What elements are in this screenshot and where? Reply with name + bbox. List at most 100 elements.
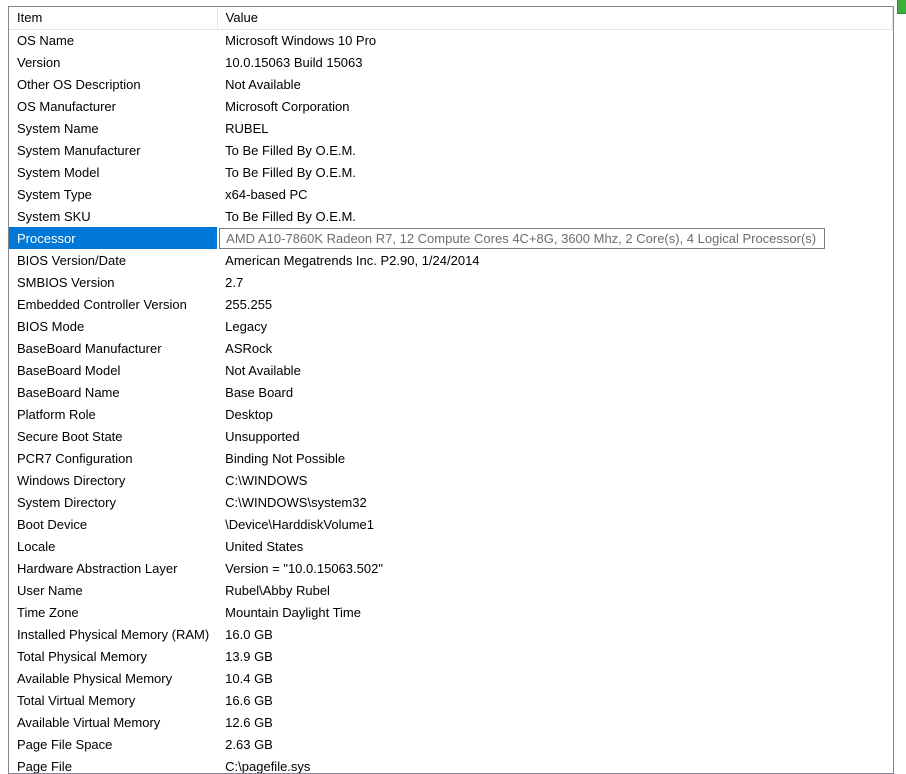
cell-item: Page File Space [9,733,217,755]
table-row[interactable]: BaseBoard ManufacturerASRock [9,337,893,359]
cell-item: Locale [9,535,217,557]
cell-item: Platform Role [9,403,217,425]
cell-item: Processor [9,227,217,249]
cell-item: Total Virtual Memory [9,689,217,711]
cell-item: Boot Device [9,513,217,535]
table-row[interactable]: Total Physical Memory13.9 GB [9,645,893,667]
table-row[interactable]: Available Physical Memory10.4 GB [9,667,893,689]
table-row[interactable]: System SKUTo Be Filled By O.E.M. [9,205,893,227]
cell-item: OS Manufacturer [9,95,217,117]
table-row[interactable]: Page File Space2.63 GB [9,733,893,755]
cell-value: Base Board [217,381,892,403]
value-edit-field[interactable]: AMD A10-7860K Radeon R7, 12 Compute Core… [219,228,825,249]
cell-item: PCR7 Configuration [9,447,217,469]
cell-value: Rubel\Abby Rubel [217,579,892,601]
table-row[interactable]: Other OS DescriptionNot Available [9,73,893,95]
cell-item: BIOS Version/Date [9,249,217,271]
table-row[interactable]: System NameRUBEL [9,117,893,139]
cell-item: System Type [9,183,217,205]
table-row[interactable]: Windows DirectoryC:\WINDOWS [9,469,893,491]
cell-item: BaseBoard Model [9,359,217,381]
cell-item: SMBIOS Version [9,271,217,293]
cell-value: Not Available [217,73,892,95]
cell-item: System Model [9,161,217,183]
table-row[interactable]: OS NameMicrosoft Windows 10 Pro [9,29,893,51]
cell-item: Available Physical Memory [9,667,217,689]
table-row[interactable]: BaseBoard NameBase Board [9,381,893,403]
cell-value: Microsoft Windows 10 Pro [217,29,892,51]
cell-item: Embedded Controller Version [9,293,217,315]
cell-value: Binding Not Possible [217,447,892,469]
table-row[interactable]: Platform RoleDesktop [9,403,893,425]
table-row[interactable]: Installed Physical Memory (RAM)16.0 GB [9,623,893,645]
table-row[interactable]: Hardware Abstraction LayerVersion = "10.… [9,557,893,579]
cell-item: Total Physical Memory [9,645,217,667]
cell-value: Mountain Daylight Time [217,601,892,623]
cell-value: Legacy [217,315,892,337]
table-row[interactable]: System Typex64-based PC [9,183,893,205]
table-row[interactable]: BaseBoard ModelNot Available [9,359,893,381]
cell-value: AMD A10-7860K Radeon R7, 12 Compute Core… [217,227,892,249]
table-row[interactable]: BIOS ModeLegacy [9,315,893,337]
system-info-table: Item Value OS NameMicrosoft Windows 10 P… [9,7,893,773]
cell-value: 12.6 GB [217,711,892,733]
table-row[interactable]: PCR7 ConfigurationBinding Not Possible [9,447,893,469]
table-row[interactable]: Secure Boot StateUnsupported [9,425,893,447]
cell-item: BaseBoard Manufacturer [9,337,217,359]
cell-value: RUBEL [217,117,892,139]
cell-value: C:\WINDOWS [217,469,892,491]
cell-item: Version [9,51,217,73]
cell-item: Available Virtual Memory [9,711,217,733]
table-row[interactable]: Total Virtual Memory16.6 GB [9,689,893,711]
cell-item: Installed Physical Memory (RAM) [9,623,217,645]
table-row[interactable]: Available Virtual Memory12.6 GB [9,711,893,733]
cell-value: 16.0 GB [217,623,892,645]
cell-value: 16.6 GB [217,689,892,711]
cell-item: OS Name [9,29,217,51]
cell-value: 255.255 [217,293,892,315]
cell-item: System SKU [9,205,217,227]
cell-value: United States [217,535,892,557]
cell-item: Other OS Description [9,73,217,95]
cell-value: Unsupported [217,425,892,447]
table-row[interactable]: LocaleUnited States [9,535,893,557]
column-header-item[interactable]: Item [9,7,217,29]
table-row[interactable]: System ModelTo Be Filled By O.E.M. [9,161,893,183]
cell-item: Secure Boot State [9,425,217,447]
adjacent-window-sliver [897,0,906,14]
table-row[interactable]: Page FileC:\pagefile.sys [9,755,893,773]
cell-item: System Manufacturer [9,139,217,161]
cell-value: ASRock [217,337,892,359]
scroll-area[interactable]: Item Value OS NameMicrosoft Windows 10 P… [9,7,893,773]
system-info-panel: Item Value OS NameMicrosoft Windows 10 P… [8,6,894,774]
cell-value: C:\pagefile.sys [217,755,892,773]
cell-value: 13.9 GB [217,645,892,667]
table-row[interactable]: OS ManufacturerMicrosoft Corporation [9,95,893,117]
cell-value: Not Available [217,359,892,381]
table-row[interactable]: Embedded Controller Version255.255 [9,293,893,315]
table-row[interactable]: BIOS Version/DateAmerican Megatrends Inc… [9,249,893,271]
cell-item: Windows Directory [9,469,217,491]
cell-value: 10.4 GB [217,667,892,689]
cell-item: Page File [9,755,217,773]
cell-value: Desktop [217,403,892,425]
table-row[interactable]: Version10.0.15063 Build 15063 [9,51,893,73]
cell-value: To Be Filled By O.E.M. [217,205,892,227]
cell-value: Version = "10.0.15063.502" [217,557,892,579]
table-row[interactable]: System DirectoryC:\WINDOWS\system32 [9,491,893,513]
cell-value: To Be Filled By O.E.M. [217,139,892,161]
cell-value: To Be Filled By O.E.M. [217,161,892,183]
cell-value: \Device\HarddiskVolume1 [217,513,892,535]
table-row[interactable]: Boot Device\Device\HarddiskVolume1 [9,513,893,535]
table-row[interactable]: ProcessorAMD A10-7860K Radeon R7, 12 Com… [9,227,893,249]
cell-value: American Megatrends Inc. P2.90, 1/24/201… [217,249,892,271]
cell-value: 10.0.15063 Build 15063 [217,51,892,73]
table-row[interactable]: System ManufacturerTo Be Filled By O.E.M… [9,139,893,161]
cell-item: System Directory [9,491,217,513]
cell-value: C:\WINDOWS\system32 [217,491,892,513]
column-header-value[interactable]: Value [217,7,892,29]
table-row[interactable]: User NameRubel\Abby Rubel [9,579,893,601]
table-row[interactable]: Time ZoneMountain Daylight Time [9,601,893,623]
table-row[interactable]: SMBIOS Version2.7 [9,271,893,293]
table-body: OS NameMicrosoft Windows 10 ProVersion10… [9,29,893,773]
